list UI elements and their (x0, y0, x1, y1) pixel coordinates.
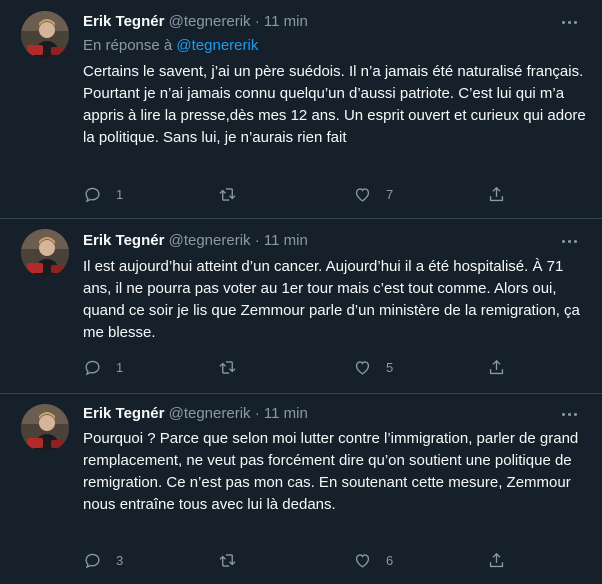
tweet-header: Erik Tegnér @tegnererik · 11 min (83, 12, 308, 32)
share-icon (489, 359, 504, 374)
tweet-text: Pourquoi ? Parce que selon moi lutter co… (83, 430, 579, 513)
reply-count: 3 (116, 552, 124, 568)
heart-icon (355, 553, 370, 568)
tweet-2[interactable]: Erik Tegnér @tegnererik · 11 min Il est … (0, 219, 602, 393)
reply-button[interactable]: 1 (83, 355, 123, 379)
author-name[interactable]: Erik Tegnér (83, 405, 164, 422)
avatar[interactable] (21, 404, 69, 452)
avatar-photo (21, 11, 69, 59)
like-count: 5 (386, 359, 394, 375)
retweet-button[interactable] (218, 182, 251, 206)
retweet-button[interactable] (218, 548, 251, 572)
retweet-icon (219, 553, 236, 567)
reply-icon (85, 360, 100, 375)
tweet-1[interactable]: Erik Tegnér @tegnererik · 11 min En répo… (0, 0, 602, 218)
heart-icon (355, 187, 370, 202)
like-count: 6 (386, 552, 394, 568)
tweet-text: Il est aujourd’hui atteint d’un cancer. … (83, 258, 580, 341)
avatar[interactable] (21, 11, 69, 59)
share-icon (489, 552, 504, 567)
separator: · (254, 405, 260, 422)
like-count: 7 (386, 186, 394, 202)
tweet-actions: 3 6 (83, 548, 583, 572)
author-name[interactable]: Erik Tegnér (83, 13, 164, 30)
reply-handle-link[interactable]: @tegnererik (176, 37, 258, 54)
reply-context: En réponse à @tegnererik (83, 36, 258, 56)
timestamp[interactable]: 11 min (264, 232, 308, 249)
share-button[interactable] (487, 548, 506, 572)
share-icon (489, 186, 504, 201)
separator: · (254, 13, 260, 30)
share-button[interactable] (487, 182, 506, 206)
author-handle[interactable]: @tegnererik (169, 232, 251, 249)
like-button[interactable]: 6 (353, 548, 393, 572)
more-button[interactable] (555, 231, 583, 251)
more-icon (561, 412, 565, 416)
tweet-text: Certains le savent, j’ai un père suédois… (83, 63, 586, 146)
like-button[interactable]: 5 (353, 355, 393, 379)
reply-icon (85, 187, 100, 202)
reply-count: 1 (116, 186, 124, 202)
tweet-actions: 1 7 (83, 182, 583, 206)
author-name[interactable]: Erik Tegnér (83, 232, 164, 249)
reply-icon (85, 553, 100, 568)
heart-icon (355, 360, 370, 375)
more-icon (561, 20, 565, 24)
timestamp[interactable]: 11 min (264, 405, 308, 422)
author-handle[interactable]: @tegnererik (169, 405, 251, 422)
tweet-header: Erik Tegnér @tegnererik · 11 min (83, 404, 308, 424)
avatar-photo (21, 404, 69, 452)
separator: · (254, 232, 260, 249)
tweet-actions: 1 5 (83, 355, 583, 379)
reply-button[interactable]: 3 (83, 548, 123, 572)
avatar[interactable] (21, 229, 69, 277)
retweet-icon (219, 360, 236, 374)
timestamp[interactable]: 11 min (264, 13, 308, 30)
retweet-button[interactable] (218, 355, 251, 379)
more-icon (561, 239, 565, 243)
reply-prefix: En réponse à (83, 37, 173, 54)
share-button[interactable] (487, 355, 506, 379)
retweet-icon (219, 187, 236, 201)
more-button[interactable] (555, 404, 583, 424)
tweet-3[interactable]: Erik Tegnér @tegnererik · 11 min Pourquo… (0, 394, 602, 584)
reply-count: 1 (116, 359, 124, 375)
author-handle[interactable]: @tegnererik (169, 13, 251, 30)
more-button[interactable] (555, 12, 583, 32)
like-button[interactable]: 7 (353, 182, 393, 206)
avatar-photo (21, 229, 69, 277)
reply-button[interactable]: 1 (83, 182, 123, 206)
tweet-header: Erik Tegnér @tegnererik · 11 min (83, 231, 308, 251)
